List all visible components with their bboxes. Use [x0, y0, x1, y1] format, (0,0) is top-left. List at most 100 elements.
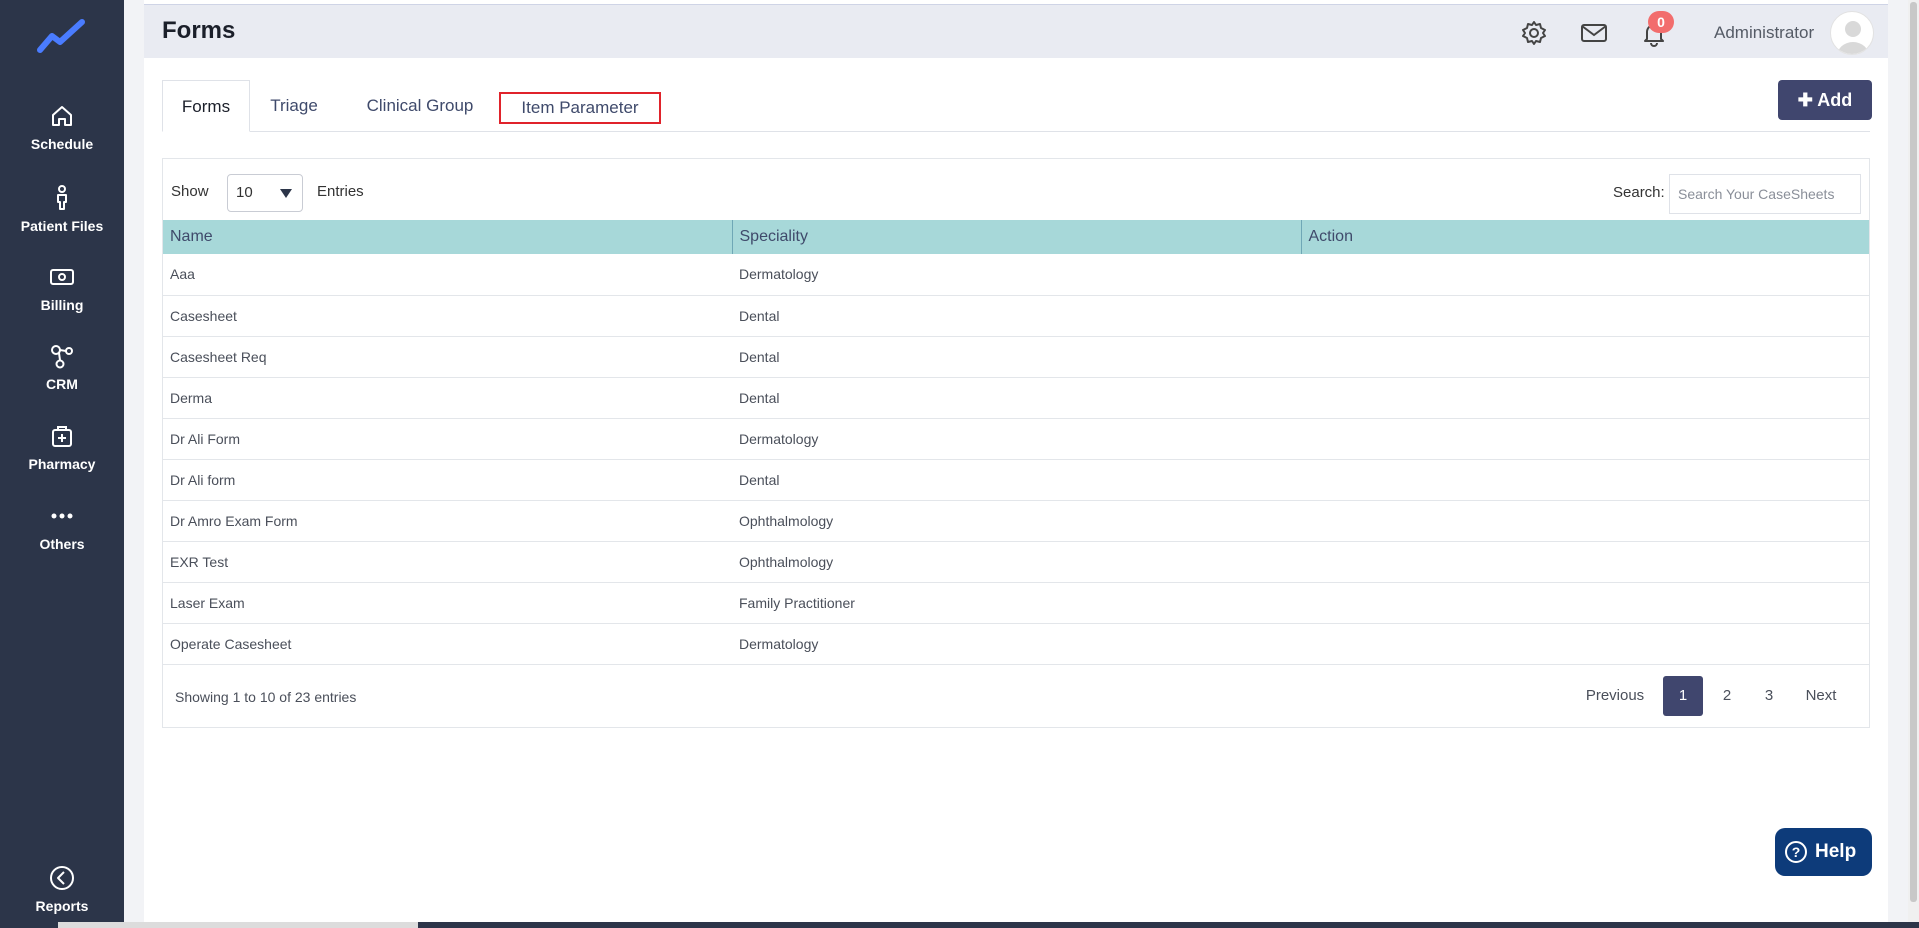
sidebar-item-label: Billing [40, 297, 84, 313]
cell-name: EXR Test [163, 541, 732, 583]
network-icon [48, 342, 76, 370]
table-row[interactable]: Laser Exam Family Practitioner [163, 582, 1869, 624]
sidebar-item-billing[interactable]: Billing [0, 263, 124, 315]
sidebar-item-label: Patient Files [20, 218, 104, 234]
sidebar-item-label: CRM [46, 376, 78, 392]
caret-down-icon [280, 189, 292, 198]
cell-name: Aaa [163, 254, 732, 296]
money-icon [48, 263, 76, 291]
cell-speciality: Family Practitioner [732, 582, 1301, 624]
sidebar-item-label: Pharmacy [28, 456, 96, 472]
search-label: Search: [1613, 184, 1665, 201]
chevron-left-circle-icon [48, 864, 76, 892]
cell-speciality: Dental [732, 459, 1301, 501]
page-button-1[interactable]: 1 [1663, 676, 1703, 716]
sidebar-item-schedule[interactable]: Schedule [0, 102, 124, 154]
sidebar-item-label: Reports [35, 898, 89, 914]
show-label: Show [171, 183, 209, 200]
cell-action [1301, 336, 1869, 378]
cell-action [1301, 623, 1869, 665]
cell-action [1301, 377, 1869, 419]
entries-select[interactable]: 10 [227, 174, 303, 212]
cell-action [1301, 582, 1869, 624]
cell-name: Laser Exam [163, 582, 732, 624]
plus-icon: ✚ [1797, 90, 1813, 110]
sidebar-item-patient-files[interactable]: Patient Files [0, 184, 124, 236]
add-button-label: Add [1817, 90, 1853, 110]
tab-triage[interactable]: Triage [258, 80, 330, 132]
sidebar-item-reports[interactable]: Reports [0, 864, 124, 916]
page-title: Forms [162, 17, 236, 44]
cell-speciality: Dental [732, 377, 1301, 419]
pagination-info: Showing 1 to 10 of 23 entries [175, 689, 357, 705]
sidebar: Schedule Patient Files Billing CRM Pharm… [0, 0, 124, 928]
forms-table-card: Show 10 Entries Search: Name Speciality … [162, 158, 1870, 728]
home-icon [48, 102, 76, 130]
avatar[interactable] [1830, 11, 1874, 55]
app-logo[interactable] [36, 16, 88, 56]
cell-action [1301, 541, 1869, 583]
forms-table: Name Speciality Action Aaa Dermatology Ca… [163, 220, 1869, 665]
table-row[interactable]: Casesheet Req Dental [163, 336, 1869, 378]
column-header-name[interactable]: Name [163, 220, 733, 254]
table-row[interactable]: Derma Dental [163, 377, 1869, 419]
tab-item-parameter[interactable]: Item Parameter [499, 92, 661, 124]
cell-speciality: Dermatology [732, 254, 1301, 296]
gear-icon[interactable] [1520, 19, 1548, 47]
next-button[interactable]: Next [1793, 676, 1849, 716]
tab-forms[interactable]: Forms [162, 80, 250, 132]
previous-button[interactable]: Previous [1581, 676, 1649, 716]
table-row[interactable]: Dr Ali form Dental [163, 459, 1869, 501]
horizontal-scrollbar[interactable] [0, 922, 1919, 928]
table-row[interactable]: Dr Amro Exam Form Ophthalmology [163, 500, 1869, 542]
table-row[interactable]: Operate Casesheet Dermatology [163, 623, 1869, 665]
right-gutter [1888, 0, 1908, 928]
scrollbar-thumb[interactable] [1910, 2, 1917, 902]
table-row[interactable]: Dr Ali Form Dermatology [163, 418, 1869, 460]
cell-action [1301, 254, 1869, 296]
mail-icon[interactable] [1580, 19, 1608, 47]
sidebar-item-label: Others [39, 536, 85, 552]
entries-label: Entries [317, 183, 364, 200]
cell-action [1301, 459, 1869, 501]
vertical-scrollbar[interactable] [1908, 0, 1919, 928]
cell-speciality: Dermatology [732, 623, 1301, 665]
notification-badge: 0 [1648, 11, 1674, 33]
cell-name: Casesheet [163, 295, 732, 337]
help-label: Help [1815, 841, 1857, 862]
cell-speciality: Ophthalmology [732, 500, 1301, 542]
cell-action [1301, 418, 1869, 460]
table-header-row: Name Speciality Action [163, 220, 1869, 254]
help-button[interactable]: ? Help [1775, 828, 1872, 876]
cell-name: Operate Casesheet [163, 623, 732, 665]
cell-name: Dr Ali form [163, 459, 732, 501]
cell-action [1301, 295, 1869, 337]
sidebar-item-label: Schedule [30, 136, 94, 152]
cell-name: Casesheet Req [163, 336, 732, 378]
horizontal-scrollbar-thumb[interactable] [58, 922, 418, 928]
sidebar-item-others[interactable]: Others [0, 502, 124, 554]
cell-speciality: Ophthalmology [732, 541, 1301, 583]
sidebar-item-pharmacy[interactable]: Pharmacy [0, 422, 124, 474]
top-bar: Forms 0 Administrator [144, 4, 1888, 58]
page-button-2[interactable]: 2 [1711, 676, 1743, 716]
medkit-icon [48, 422, 76, 450]
cell-action [1301, 500, 1869, 542]
cell-name: Derma [163, 377, 732, 419]
page-button-3[interactable]: 3 [1753, 676, 1785, 716]
more-icon [48, 502, 76, 530]
add-button[interactable]: ✚ Add [1778, 80, 1872, 120]
search-input[interactable] [1669, 174, 1861, 214]
tab-clinical-group[interactable]: Clinical Group [350, 80, 490, 132]
table-row[interactable]: Casesheet Dental [163, 295, 1869, 337]
question-circle-icon: ? [1785, 841, 1807, 863]
sidebar-item-crm[interactable]: CRM [0, 342, 124, 394]
table-row[interactable]: Aaa Dermatology [163, 254, 1869, 296]
table-row[interactable]: EXR Test Ophthalmology [163, 541, 1869, 583]
left-gutter [124, 0, 144, 928]
column-header-speciality[interactable]: Speciality [732, 220, 1302, 254]
cell-name: Dr Amro Exam Form [163, 500, 732, 542]
cell-speciality: Dental [732, 295, 1301, 337]
user-name[interactable]: Administrator [1714, 23, 1814, 43]
column-header-action[interactable]: Action [1301, 220, 1869, 254]
